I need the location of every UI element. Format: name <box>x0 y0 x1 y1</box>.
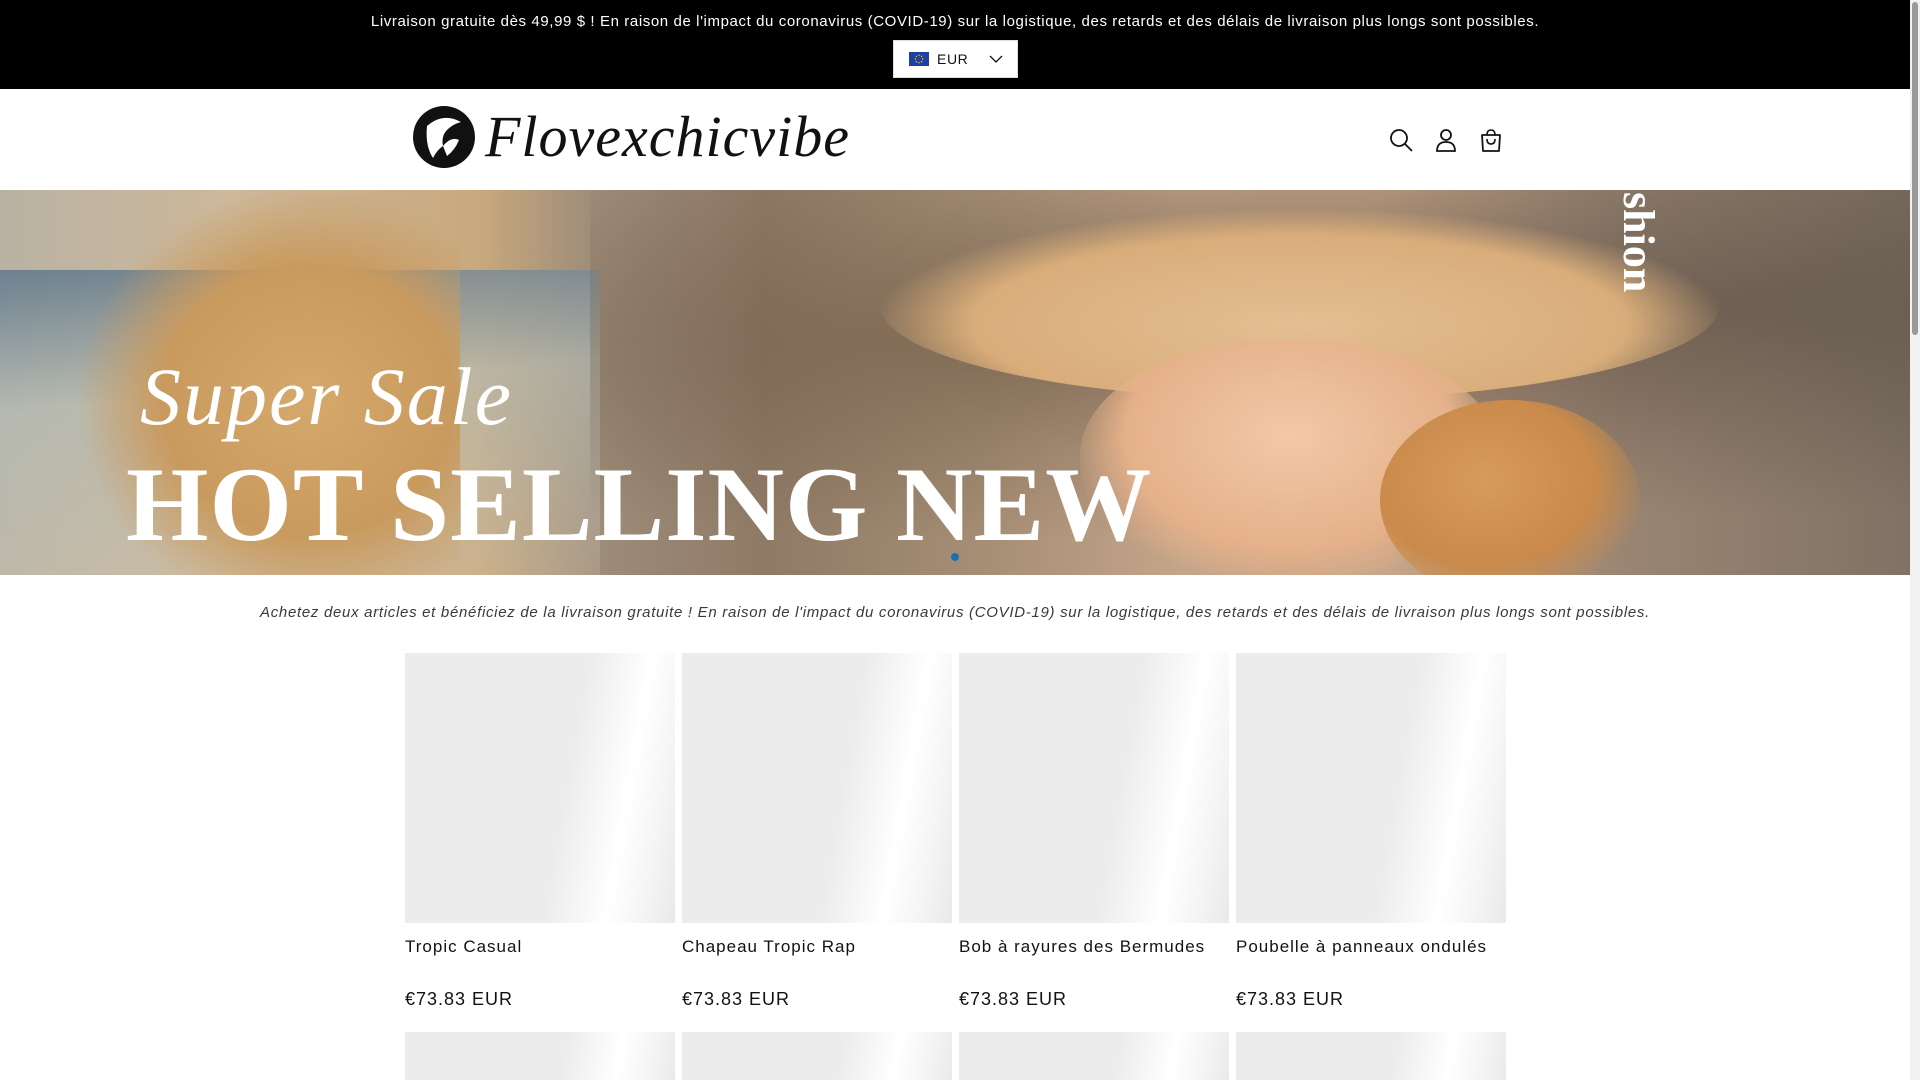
hero-side-text: shion <box>1614 192 1663 293</box>
eu-flag-icon <box>909 52 929 66</box>
product-card[interactable]: Tropic Casual €73.83 EUR <box>405 653 675 1009</box>
product-image-next-row[interactable] <box>405 1032 675 1080</box>
hero-script-text: Super Sale <box>140 351 513 442</box>
search-icon[interactable] <box>1386 125 1416 155</box>
product-image-next-row[interactable] <box>682 1032 952 1080</box>
currency-selector[interactable]: EUR <box>893 40 1018 78</box>
product-price: €73.83 EUR <box>682 989 791 1009</box>
product-price: €73.83 EUR <box>405 989 514 1009</box>
hero-title: HOT SELLING NEW <box>126 446 1153 563</box>
logo-mark-icon <box>413 106 475 168</box>
product-name[interactable]: Chapeau Tropic Rap <box>682 937 952 957</box>
product-name[interactable]: Poubelle à panneaux ondulés <box>1236 937 1506 957</box>
hero-banner[interactable]: Super Sale HOT SELLING NEW shion <box>0 190 1910 575</box>
account-icon[interactable] <box>1431 125 1461 155</box>
product-card[interactable]: Poubelle à panneaux ondulés €73.83 EUR <box>1236 653 1506 1009</box>
site-logo[interactable]: Flovexchicvibe <box>413 106 850 168</box>
product-image-next-row[interactable] <box>959 1032 1229 1080</box>
site-header: Flovexchicvibe <box>0 89 1910 191</box>
announcement-bar: Livraison gratuite dès 49,99 $ ! En rais… <box>0 0 1910 89</box>
page: Livraison gratuite dès 49,99 $ ! En rais… <box>0 0 1910 1080</box>
product-image[interactable] <box>682 653 952 923</box>
product-image-next-row[interactable] <box>1236 1032 1506 1080</box>
logo-text: Flovexchicvibe <box>485 104 850 169</box>
product-image[interactable] <box>1236 653 1506 923</box>
cart-icon[interactable] <box>1476 125 1506 155</box>
product-name[interactable]: Bob à rayures des Bermudes <box>959 937 1229 957</box>
promo-text: Achetez deux articles et bénéficiez de l… <box>260 604 1650 621</box>
chevron-down-icon <box>989 52 1003 71</box>
scrollbar-thumb[interactable] <box>1912 2 1918 335</box>
product-price: €73.83 EUR <box>959 989 1068 1009</box>
product-card[interactable]: Chapeau Tropic Rap €73.83 EUR <box>682 653 952 1009</box>
slide-dot-active[interactable] <box>951 553 959 561</box>
product-name[interactable]: Tropic Casual <box>405 937 675 957</box>
currency-code: EUR <box>937 51 969 67</box>
announcement-text: Livraison gratuite dès 49,99 $ ! En rais… <box>370 13 1540 30</box>
page-scrollbar[interactable] <box>1910 0 1920 1080</box>
product-image[interactable] <box>959 653 1229 923</box>
product-image[interactable] <box>405 653 675 923</box>
product-price: €73.83 EUR <box>1236 989 1345 1009</box>
product-card[interactable]: Bob à rayures des Bermudes €73.83 EUR <box>959 653 1229 1009</box>
